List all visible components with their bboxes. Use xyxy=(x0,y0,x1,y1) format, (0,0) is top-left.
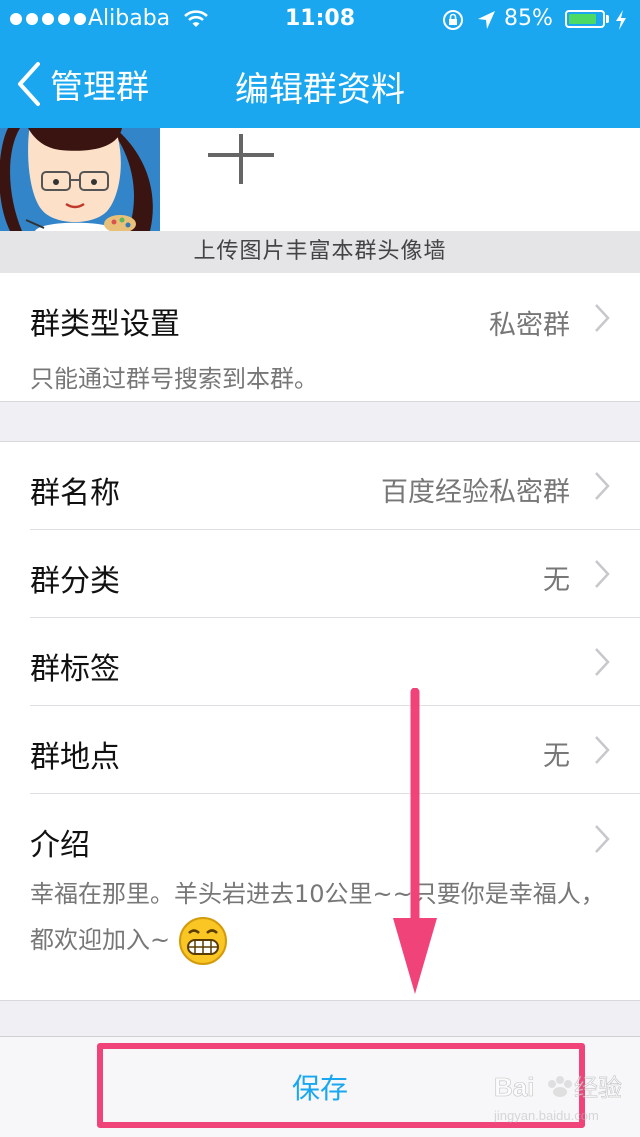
group-type-label: 群类型设置 xyxy=(30,307,180,342)
group-type-description: 只能通过群号搜索到本群。 xyxy=(30,365,318,393)
navigation-bar: 管理群 编辑群资料 xyxy=(0,40,640,128)
chevron-right-icon xyxy=(595,560,610,588)
group-intro-body: 幸福在那里。羊头岩进去10公里~~只要你是幸福人，都欢迎加入~ xyxy=(30,880,605,954)
group-category-row[interactable]: 群分类 无 xyxy=(0,530,640,618)
chevron-right-icon xyxy=(595,736,610,764)
group-category-value: 无 xyxy=(543,565,570,596)
svg-text:Bai: Bai xyxy=(494,1072,534,1102)
group-info-section: 群名称 百度经验私密群 群分类 无 群标签 群地点 无 介绍 幸福在那里。羊头岩… xyxy=(0,441,640,1001)
chevron-right-icon xyxy=(595,825,610,853)
chevron-right-icon xyxy=(595,472,610,500)
group-type-value: 私密群 xyxy=(489,310,570,341)
baidu-jingyan-watermark-icon: Bai 经验 jingyan.baidu.com xyxy=(494,1072,622,1123)
group-name-row[interactable]: 群名称 百度经验私密群 xyxy=(0,442,640,530)
avatar-illustration xyxy=(0,128,160,231)
group-location-label: 群地点 xyxy=(30,740,120,775)
group-category-label: 群分类 xyxy=(30,564,120,599)
rotation-lock-icon xyxy=(443,10,463,30)
battery-percentage: 85% xyxy=(504,6,553,31)
grin-emoji-icon xyxy=(178,917,227,965)
group-name-value: 百度经验私密群 xyxy=(381,477,570,508)
group-name-label: 群名称 xyxy=(30,476,120,511)
group-location-row[interactable]: 群地点 无 xyxy=(0,706,640,794)
group-tags-row[interactable]: 群标签 xyxy=(0,618,640,706)
battery-cap xyxy=(606,15,609,23)
group-intro-label: 介绍 xyxy=(30,828,90,863)
group-avatar[interactable] xyxy=(0,128,160,231)
add-photo-button[interactable] xyxy=(208,134,274,184)
page-title: 编辑群资料 xyxy=(235,70,405,110)
group-location-value: 无 xyxy=(543,741,570,772)
group-tags-label: 群标签 xyxy=(30,652,120,687)
svg-text:jingyan.baidu.com: jingyan.baidu.com xyxy=(494,1108,599,1123)
group-intro-text: 幸福在那里。羊头岩进去10公里~~只要你是幸福人，都欢迎加入~ xyxy=(30,872,610,966)
upload-tip: 上传图片丰富本群头像墙 xyxy=(0,231,640,274)
photo-wall xyxy=(0,128,640,231)
status-bar: Alibaba 11:08 85% xyxy=(0,0,640,40)
group-type-section[interactable]: 群类型设置 私密群 只能通过群号搜索到本群。 xyxy=(0,273,640,402)
chevron-right-icon xyxy=(595,304,610,332)
chevron-right-icon xyxy=(595,648,610,676)
svg-text:经验: 经验 xyxy=(574,1074,622,1102)
charging-icon xyxy=(616,10,626,30)
group-intro-row[interactable]: 介绍 幸福在那里。羊头岩进去10公里~~只要你是幸福人，都欢迎加入~ xyxy=(0,794,640,1000)
annotation-arrow-icon xyxy=(393,688,437,994)
location-arrow-icon xyxy=(478,11,495,29)
battery-icon xyxy=(565,10,605,28)
battery-fill xyxy=(569,14,597,24)
